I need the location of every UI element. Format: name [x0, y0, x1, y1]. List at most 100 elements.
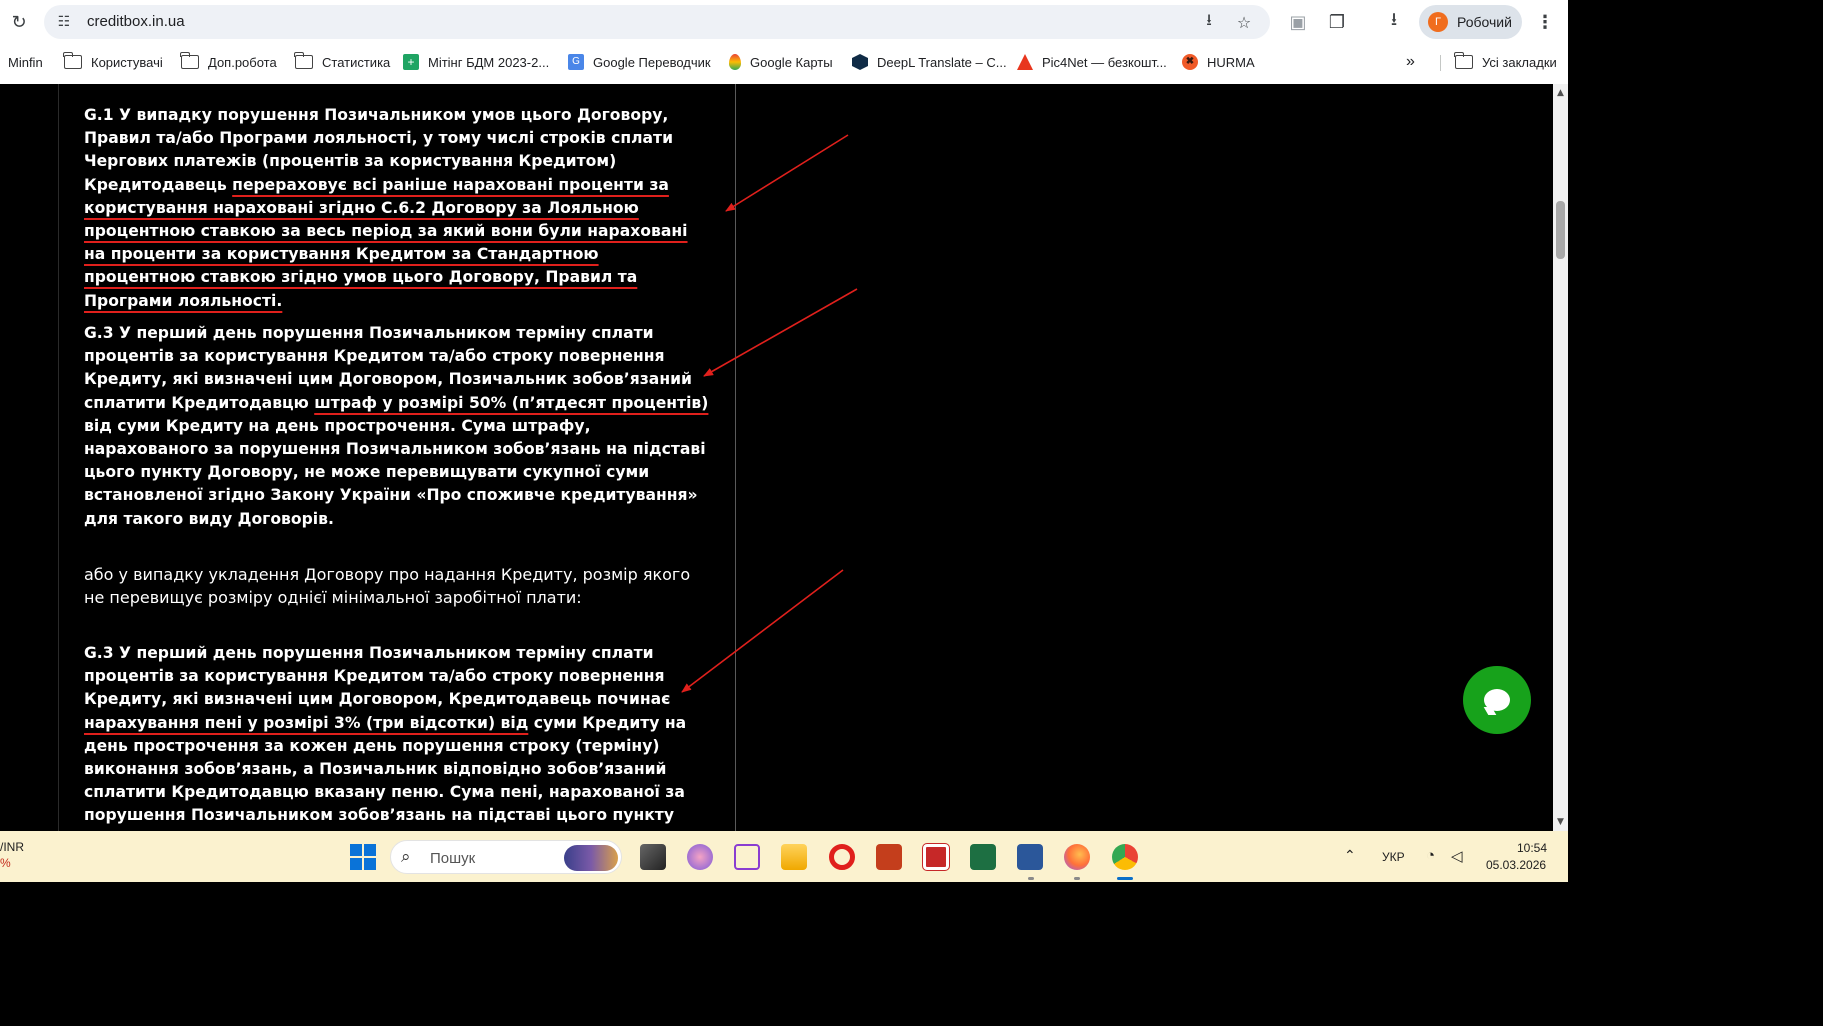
scroll-down-icon[interactable]: ▼ — [1553, 815, 1568, 829]
address-bar[interactable]: ☷ creditbox.in.ua ⭳ ☆ — [44, 5, 1270, 39]
clause-g1: G.1 У випадку порушення Позичальником ум… — [84, 104, 714, 313]
windows-logo-tile — [364, 858, 376, 870]
volume-icon[interactable]: ◁ — [1451, 847, 1463, 865]
clause-g3-underlined: штраф у розмірі 50% (п’ятдесят процентів… — [314, 393, 709, 412]
bookmark-deepl[interactable]: DeepL Translate – С... — [852, 52, 1007, 72]
install-app-icon[interactable]: ⭳ — [1197, 10, 1221, 34]
pdf-reader-icon[interactable] — [922, 843, 950, 871]
url-text[interactable]: creditbox.in.ua — [87, 13, 185, 30]
windows-logo-tile — [350, 858, 362, 870]
chat-widget-button[interactable] — [1463, 666, 1531, 734]
file-explorer-icon[interactable] — [781, 844, 807, 870]
camera-icon[interactable]: ▣ — [1283, 7, 1313, 37]
widget-line-1: /INR — [0, 840, 24, 854]
folder-icon — [180, 52, 199, 69]
bookmark-star-icon[interactable]: ☆ — [1232, 10, 1256, 34]
scroll-up-icon[interactable]: ▲ — [1553, 86, 1568, 100]
word-icon[interactable] — [1017, 844, 1043, 870]
profile-button[interactable]: Г Робочий — [1419, 5, 1522, 39]
active-app-indicator — [1117, 877, 1133, 880]
bookmark-folder-side-work[interactable]: Доп.робота — [180, 52, 277, 72]
search-highlight-image — [564, 845, 618, 871]
snipping-tool-icon[interactable] — [734, 844, 760, 870]
clause-g3-text-end: від суми Кредиту на день прострочення. С… — [84, 416, 706, 528]
clause-alternative: або у випадку укладення Договору про над… — [84, 563, 714, 609]
firefox-icon[interactable] — [1064, 844, 1090, 870]
chevron-double-right-icon: » — [1406, 53, 1415, 70]
bookmark-google-maps[interactable]: Google Карты — [729, 52, 833, 72]
copilot-icon[interactable] — [687, 844, 713, 870]
extensions-icon[interactable]: ❐ — [1322, 7, 1352, 37]
scrollbar-thumb[interactable] — [1556, 201, 1565, 259]
bookmark-label: Pic4Net — безкошт... — [1042, 54, 1167, 70]
all-bookmarks-button[interactable]: Усі закладки — [1454, 52, 1557, 72]
excel-icon[interactable] — [970, 844, 996, 870]
bookmark-folder-users[interactable]: Користувачі — [63, 52, 163, 72]
bookmark-label: DeepL Translate – С... — [877, 54, 1007, 70]
clock-time[interactable]: 10:54 — [1517, 841, 1547, 855]
downloads-icon[interactable]: ⭳ — [1379, 7, 1409, 37]
bookmark-google-translate[interactable]: G Google Переводчик — [568, 52, 711, 72]
folder-icon — [294, 52, 313, 69]
clause-g3-fine: G.3 У перший день порушення Позичальнико… — [84, 642, 714, 831]
bookmark-pic4net[interactable]: Pic4Net — безкошт... — [1017, 52, 1167, 72]
running-indicator — [1028, 877, 1034, 880]
start-button[interactable] — [350, 844, 376, 870]
reload-icon[interactable]: ↻ — [4, 7, 34, 37]
taskbar-search[interactable]: ⌕ Пошук — [390, 840, 622, 874]
bookmark-meeting[interactable]: + Мітінг БДМ 2023-2... — [403, 52, 549, 72]
site-settings-icon[interactable]: ☷ — [54, 12, 74, 32]
search-placeholder: Пошук — [430, 850, 476, 867]
clock-date[interactable]: 05.03.2026 — [1486, 858, 1546, 872]
menu-icon[interactable]: ⋮ — [1530, 7, 1560, 37]
page-viewport: G.1 У випадку порушення Позичальником ум… — [0, 84, 1553, 831]
widget-line-2: % — [0, 856, 11, 870]
pic4net-icon — [1017, 54, 1033, 70]
maps-icon — [729, 54, 741, 70]
translate-icon: G — [568, 54, 584, 70]
bookmark-label: Мітінг БДМ 2023-2... — [428, 54, 550, 70]
running-indicator — [1074, 877, 1080, 880]
content-left-border — [58, 84, 59, 831]
avatar: Г — [1428, 12, 1448, 32]
browser-toolbar: ↻ ☷ creditbox.in.ua ⭳ ☆ ▣ ❐ ⭳ Г Робочий … — [0, 0, 1568, 44]
clause-alternative-text: або у випадку укладення Договору про над… — [84, 565, 691, 608]
chrome-icon[interactable] — [1112, 844, 1138, 870]
bookmarks-bar: Minfin Користувачі Доп.робота Статистика… — [0, 46, 1568, 78]
bookmark-hurma[interactable]: ✖ HURMA — [1182, 52, 1255, 72]
tray-overflow-chevron-icon[interactable]: ⌃ — [1344, 847, 1356, 864]
clause-g1-underlined: перераховує всі раніше нараховані процен… — [84, 175, 688, 310]
search-icon: ⌕ — [401, 847, 411, 867]
content-right-border — [735, 84, 736, 831]
bookmark-label: HURMA — [1207, 54, 1255, 70]
deepl-icon — [852, 54, 868, 70]
sheets-icon: + — [403, 54, 419, 70]
bookmark-label: Користувачі — [91, 54, 163, 70]
arrow-annotation-2 — [703, 288, 858, 377]
input-language[interactable]: УКР — [1382, 850, 1405, 864]
bookmark-label: Minfin — [8, 54, 43, 70]
page-scrollbar[interactable]: ▲ ▼ — [1553, 84, 1568, 831]
windows-logo-tile — [350, 844, 362, 856]
wifi-icon[interactable]: ◔ — [1426, 847, 1435, 864]
clause-g3-penalty: G.3 У перший день порушення Позичальнико… — [84, 322, 714, 531]
task-view-icon[interactable] — [640, 844, 666, 870]
bookmark-folder-statistics[interactable]: Статистика — [294, 52, 391, 72]
clause-g3-fine-underlined: нарахування пені у розмірі 3% (три відсо… — [84, 713, 529, 732]
bookmark-label: Google Карты — [750, 54, 833, 70]
bookmarks-divider — [1440, 55, 1441, 71]
bookmark-label: Доп.робота — [208, 54, 277, 70]
powerpoint-icon[interactable] — [876, 844, 902, 870]
clause-g3-fine-text: G.3 У перший день порушення Позичальнико… — [84, 644, 671, 709]
bookmark-label: Google Переводчик — [593, 54, 711, 70]
weather-widget[interactable]: /INR % — [0, 839, 24, 871]
bookmark-label: Статистика — [322, 54, 391, 70]
bookmark-minfin[interactable]: Minfin — [8, 52, 43, 72]
bookmark-label: Усі закладки — [1482, 54, 1557, 70]
browser-chrome: ↻ ☷ creditbox.in.ua ⭳ ☆ ▣ ❐ ⭳ Г Робочий … — [0, 0, 1568, 84]
windows-logo-tile — [364, 844, 376, 856]
hurma-icon: ✖ — [1182, 54, 1198, 70]
chat-bubble-icon — [1484, 689, 1510, 711]
opera-icon[interactable] — [829, 844, 855, 870]
bookmarks-overflow-button[interactable]: » — [1406, 52, 1415, 72]
